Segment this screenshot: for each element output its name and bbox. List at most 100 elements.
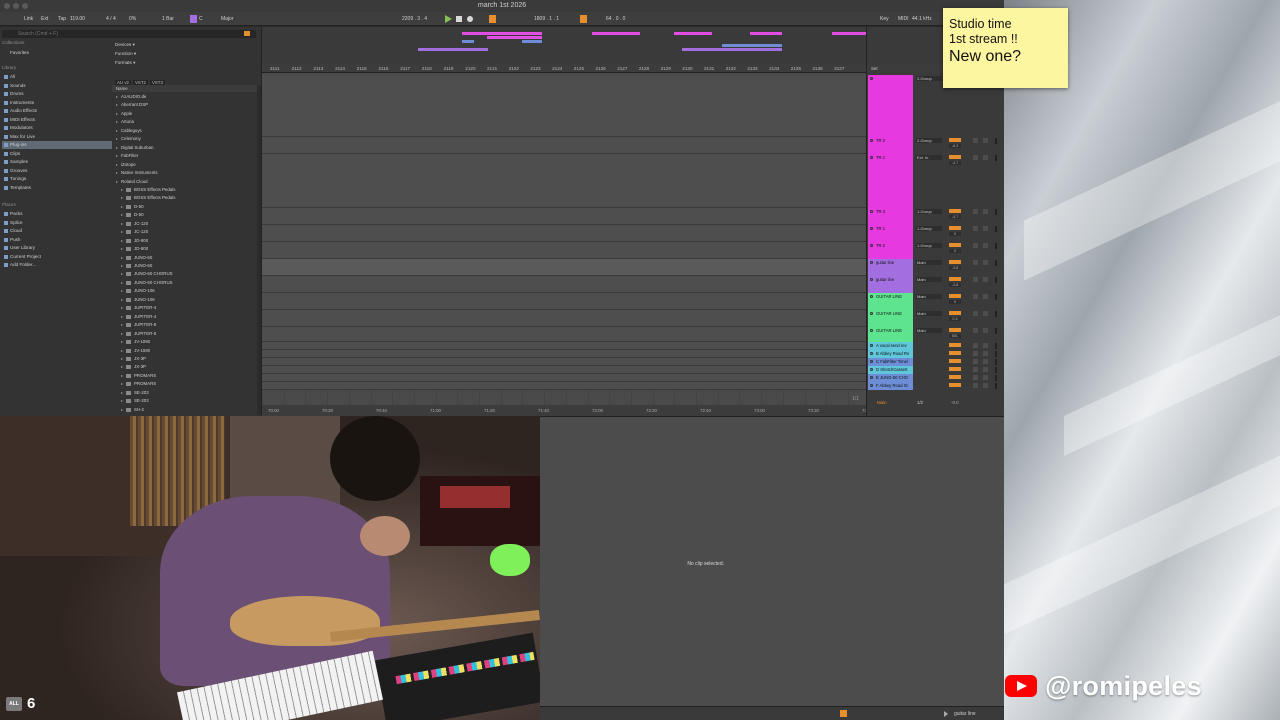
master-routing[interactable]: 1/2 [917, 400, 923, 405]
volume-readout[interactable]: 0 [949, 232, 961, 236]
track-header[interactable]: F Abbey Road St [867, 382, 1005, 390]
solo-button[interactable] [973, 375, 978, 380]
vendor-folder[interactable]: Aberrant DSP [112, 101, 257, 109]
track-activator-icon[interactable] [870, 368, 873, 371]
arm-button[interactable] [983, 243, 988, 248]
track-activator-icon[interactable] [870, 352, 873, 355]
track-activator-icon[interactable] [870, 261, 873, 264]
track-volume[interactable] [949, 367, 961, 371]
sidebar-item[interactable]: All [2, 73, 112, 81]
scale-mode-icon[interactable] [190, 15, 197, 23]
expand-triangle-icon[interactable] [121, 324, 123, 327]
sidebar-item-place[interactable]: Current Project [2, 253, 112, 261]
plugin-item[interactable]: JUPITER-4 [112, 313, 257, 321]
arm-button[interactable] [983, 209, 988, 214]
plugin-item[interactable]: SH-2 [112, 406, 257, 414]
track-activator-icon[interactable] [870, 227, 873, 230]
track-lane[interactable] [262, 242, 866, 259]
volume-readout[interactable]: -4.7 [949, 161, 961, 165]
plugin-item[interactable]: JUNO-60 [112, 254, 257, 262]
track-activator-icon[interactable] [870, 210, 873, 213]
plugin-item[interactable]: SE-203 [112, 389, 257, 397]
time-ruler[interactable]: 70:00 70:20 70:40 71:00 71:20 71:40 72:00 72:20… [262, 405, 873, 416]
solo-button[interactable] [973, 367, 978, 372]
volume-readout[interactable]: 50L [949, 334, 961, 338]
arm-button[interactable] [983, 311, 988, 316]
loop-length-field[interactable]: 64 . 0 . 0 [606, 16, 625, 22]
expand-triangle-icon[interactable] [121, 248, 123, 251]
plugin-item[interactable]: JD-800 [112, 245, 257, 253]
sidebar-item-place[interactable]: Push [2, 236, 112, 244]
stop-icon[interactable] [456, 16, 462, 22]
arrangement-position-field[interactable]: 2209 . 3 . 4 [402, 16, 427, 22]
track-lane[interactable] [262, 75, 866, 137]
track-name[interactable]: TR 1 [868, 225, 913, 242]
track-lane[interactable] [262, 225, 866, 242]
expand-triangle-icon[interactable] [121, 383, 123, 386]
track-lane[interactable] [262, 374, 866, 382]
track-activator-icon[interactable] [870, 244, 873, 247]
expand-triangle-icon[interactable] [121, 222, 123, 225]
expand-triangle-icon[interactable] [121, 408, 123, 411]
master-track[interactable]: Main 1/2 -0.0 [867, 399, 1005, 407]
name-column-header[interactable]: Name [112, 85, 257, 92]
expand-triangle-icon[interactable] [121, 332, 123, 335]
track-lane[interactable] [262, 310, 866, 327]
solo-button[interactable] [973, 277, 978, 282]
plugin-item[interactable]: JUNO-60 CHORUS [112, 270, 257, 278]
solo-button[interactable] [973, 260, 978, 265]
track-volume[interactable] [949, 294, 961, 298]
key-map-button[interactable]: Key [880, 16, 889, 22]
expand-triangle-icon[interactable] [121, 265, 123, 267]
sidebar-item-place[interactable]: User Library [2, 244, 112, 252]
track-name[interactable]: guitar line [868, 276, 913, 293]
track-activator-icon[interactable] [870, 360, 873, 363]
browser-toggle-icon[interactable] [244, 31, 250, 36]
track-activator-icon[interactable] [870, 139, 873, 142]
link-button[interactable]: Link [24, 16, 33, 22]
plugin-item[interactable]: PROMARS [112, 372, 257, 380]
track-lanes[interactable]: guitar line 2 [262, 75, 866, 405]
track-header[interactable]: guitar line Main -3.8 [867, 259, 1005, 276]
zoom-window-button[interactable] [22, 3, 28, 9]
sidebar-item-place[interactable]: Add Folder... [2, 261, 112, 269]
plugin-item[interactable]: D-50 [112, 211, 257, 219]
track-header[interactable]: GUITAR LINE Main 0.4 [867, 310, 1005, 327]
track-volume[interactable] [949, 359, 961, 363]
expand-triangle-icon[interactable] [121, 197, 123, 200]
track-volume[interactable] [949, 155, 961, 159]
solo-button[interactable] [973, 243, 978, 248]
vendor-folder[interactable]: FabFilter [112, 152, 257, 160]
sidebar-item[interactable]: Sounds [2, 82, 112, 90]
expand-triangle-icon[interactable] [121, 374, 123, 377]
expand-triangle-icon[interactable] [121, 273, 123, 276]
plugin-item[interactable]: JUNO-60 CHORUS [112, 279, 257, 287]
vendor-folder[interactable]: iZotope [112, 161, 257, 169]
track-volume[interactable] [949, 328, 961, 332]
track-activator-icon[interactable] [870, 156, 873, 159]
sidebar-item[interactable]: Plug-ins [2, 141, 112, 149]
output-routing-menu[interactable]: Main [916, 328, 942, 333]
close-window-button[interactable] [4, 3, 10, 9]
arm-button[interactable] [983, 343, 988, 348]
track-name[interactable] [868, 75, 913, 137]
track-header[interactable]: GUITAR LINE Main 0 [867, 293, 1005, 310]
track-volume[interactable] [949, 209, 961, 213]
expand-triangle-icon[interactable] [116, 172, 118, 175]
expand-triangle-icon[interactable] [121, 290, 123, 293]
expand-triangle-icon[interactable] [121, 214, 123, 217]
track-name[interactable]: GUITAR LINE [868, 310, 913, 327]
track-volume[interactable] [949, 226, 961, 230]
window-controls[interactable] [4, 3, 28, 9]
volume-readout[interactable]: 0 [949, 300, 961, 304]
track-name[interactable]: B Abbey Road Re [868, 350, 913, 358]
volume-readout[interactable]: -6.3 [949, 144, 961, 148]
minimize-window-button[interactable] [13, 3, 19, 9]
output-routing-menu[interactable]: Main [916, 294, 942, 299]
browser-search-input[interactable] [2, 30, 256, 38]
track-name[interactable]: A vocal send rev [868, 342, 913, 350]
track-lane[interactable] [262, 342, 866, 350]
arm-button[interactable] [983, 359, 988, 364]
track-activator-icon[interactable] [870, 295, 873, 298]
sidebar-item-place[interactable]: Cloud [2, 227, 112, 235]
